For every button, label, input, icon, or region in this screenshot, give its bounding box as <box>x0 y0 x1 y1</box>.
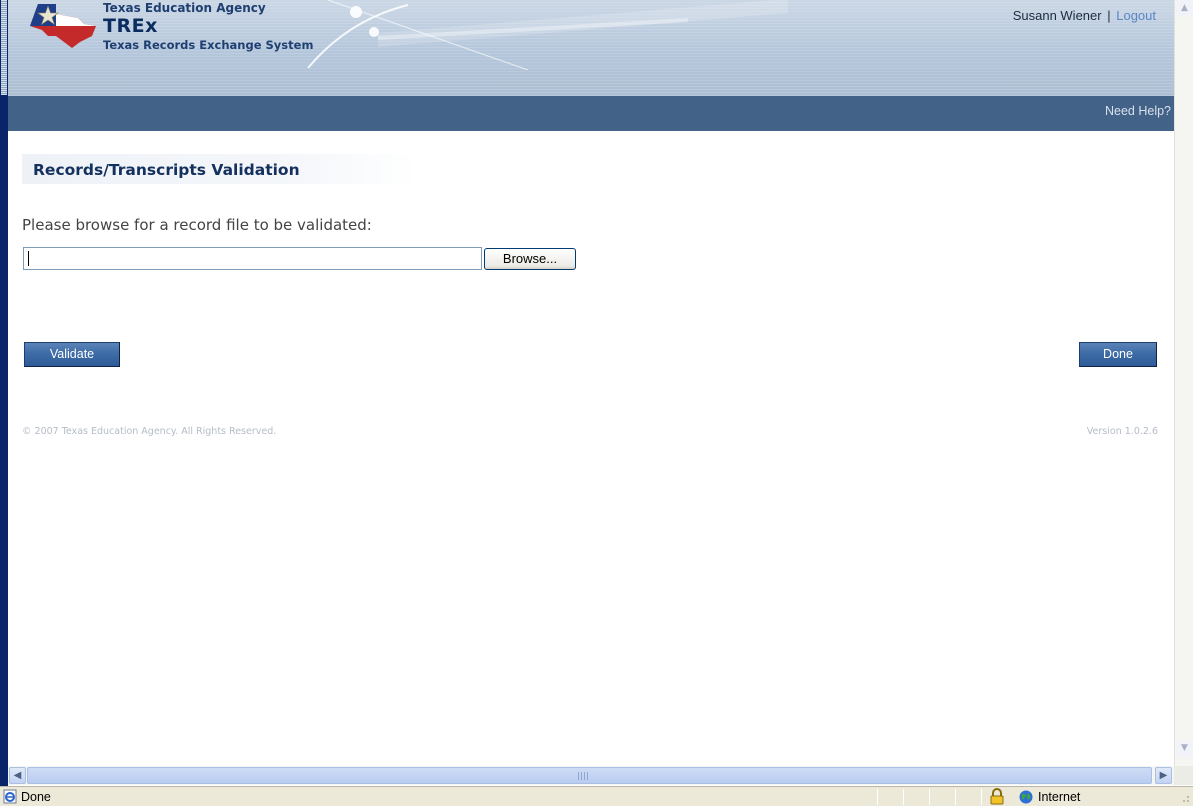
done-button[interactable]: Done <box>1079 342 1157 367</box>
header-banner: Texas Education Agency TREx Texas Record… <box>8 0 1174 96</box>
version-text: Version 1.0.2.6 <box>1086 426 1158 437</box>
page-title-bar: Records/Transcripts Validation <box>22 154 417 184</box>
nav-bar: Need Help? <box>8 96 1174 131</box>
copyright-text: © 2007 Texas Education Agency. All Right… <box>22 426 277 437</box>
scroll-down-arrow-icon[interactable]: ▼ <box>1176 740 1193 757</box>
browser-window: Texas Education Agency TREx Texas Record… <box>0 0 1193 806</box>
instruction-text: Please browse for a record file to be va… <box>22 216 372 234</box>
banner-decoration <box>307 0 788 70</box>
globe-icon <box>1019 790 1033 804</box>
validate-button[interactable]: Validate <box>24 342 120 367</box>
vertical-scrollbar[interactable]: ▲ ▼ <box>1174 0 1193 766</box>
status-text: Done <box>21 790 51 804</box>
window-left-border-texture <box>1 0 7 95</box>
scroll-right-arrow-icon[interactable]: ▶ <box>1155 767 1172 784</box>
scroll-grip-icon <box>578 772 590 780</box>
scrollbar-corner <box>1174 766 1193 785</box>
logout-link[interactable]: Logout <box>1116 8 1156 23</box>
resize-grip-icon[interactable] <box>1178 791 1190 803</box>
security-zone-text: Internet <box>1038 790 1081 804</box>
page-title: Records/Transcripts Validation <box>33 161 300 179</box>
app-short-name: TREx <box>103 15 158 37</box>
agency-name: Texas Education Agency <box>103 1 266 15</box>
status-divider <box>903 789 904 805</box>
status-divider <box>929 789 930 805</box>
lock-icon <box>990 788 1004 805</box>
window-left-border <box>0 0 8 786</box>
status-divider <box>981 789 982 805</box>
file-path-input[interactable] <box>23 247 482 270</box>
scroll-up-arrow-icon[interactable]: ▲ <box>1176 0 1193 17</box>
scroll-left-arrow-icon[interactable]: ◀ <box>9 767 26 784</box>
horizontal-scroll-thumb[interactable] <box>27 767 1152 784</box>
text-caret <box>28 251 29 267</box>
app-full-name: Texas Records Exchange System <box>103 38 314 52</box>
browse-button[interactable]: Browse... <box>484 248 576 270</box>
user-separator: | <box>1107 8 1111 23</box>
user-name: Susann Wiener <box>1012 8 1102 23</box>
horizontal-scrollbar[interactable]: ◀ ▶ <box>8 766 1174 785</box>
need-help-link[interactable]: Need Help? <box>1105 104 1171 118</box>
user-area: Susann Wiener | Logout <box>1013 8 1156 23</box>
ie-page-icon <box>3 789 17 804</box>
texas-flag-logo-icon <box>30 4 96 48</box>
status-bar: Done Internet <box>0 786 1193 806</box>
status-divider <box>877 789 878 805</box>
status-divider <box>955 789 956 805</box>
